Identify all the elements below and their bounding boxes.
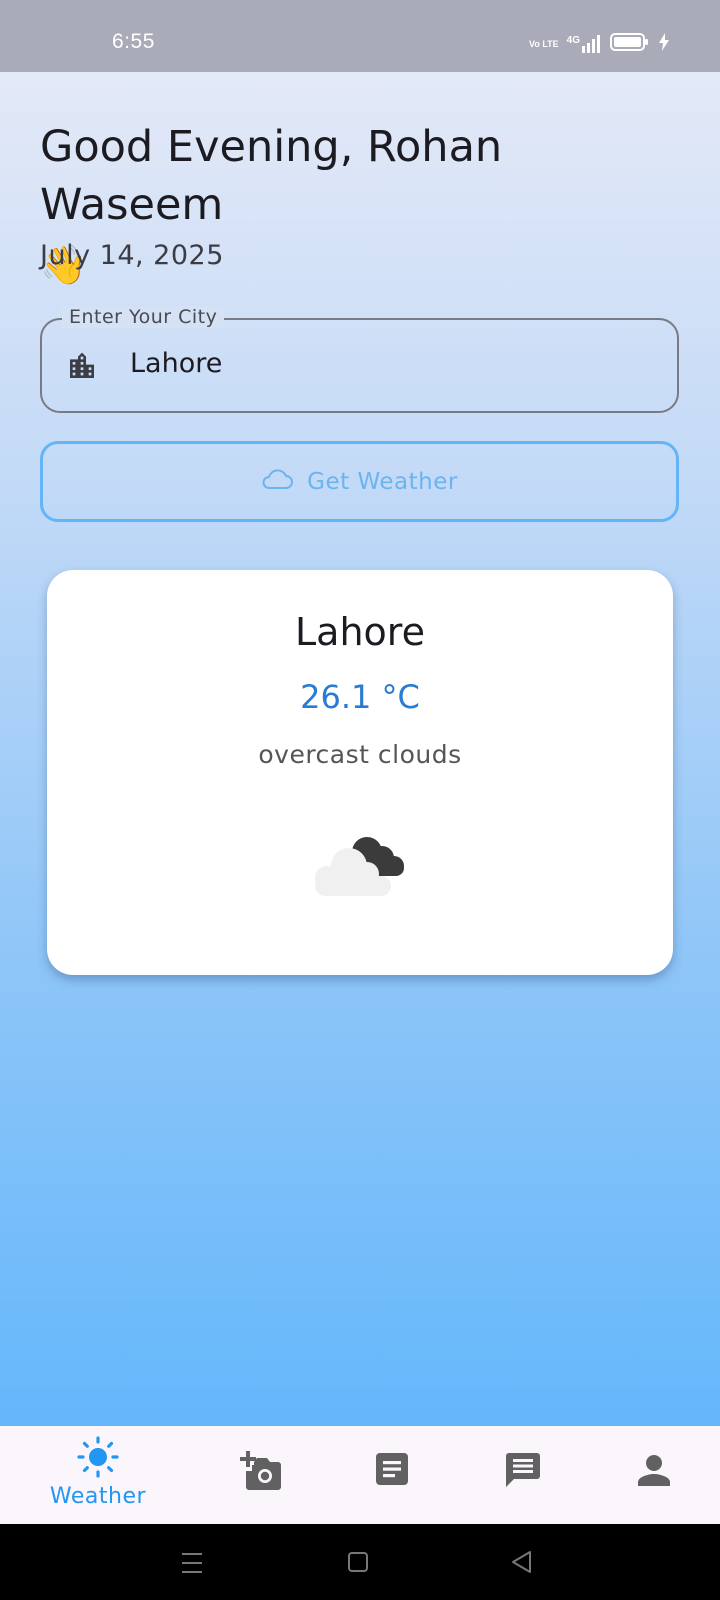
current-date: July 14, 2025	[40, 240, 224, 271]
battery-icon	[610, 33, 650, 55]
signal-icon: 4G	[567, 35, 602, 53]
weather-city: Lahore	[295, 610, 425, 654]
volte-icon: Vo LTE	[528, 38, 559, 49]
sun-icon	[77, 1436, 119, 1482]
nav-item-profile[interactable]	[594, 1426, 714, 1524]
get-weather-label: Get Weather	[307, 468, 458, 495]
nav-item-add-photo[interactable]	[202, 1426, 322, 1524]
profile-icon	[638, 1454, 670, 1490]
city-input-label: Enter Your City	[62, 306, 225, 328]
bottom-navigation-bar: Weather	[0, 1426, 720, 1524]
home-icon[interactable]	[347, 1551, 369, 1577]
greeting-text: Good Evening, Rohan Waseem	[40, 122, 503, 230]
back-icon[interactable]	[510, 1550, 532, 1578]
nav-item-chat[interactable]	[463, 1426, 583, 1524]
get-weather-button[interactable]: Get Weather	[40, 441, 679, 522]
document-icon	[375, 1452, 409, 1490]
nav-label-weather: Weather	[49, 1484, 147, 1509]
weather-card: Lahore 26.1 °C overcast clouds	[47, 570, 673, 975]
system-navigation-bar	[0, 1524, 720, 1600]
status-icons: Vo LTE 4G	[529, 33, 670, 55]
status-time: 6:55	[112, 30, 155, 53]
city-input[interactable]	[130, 348, 650, 379]
overcast-clouds-icon	[309, 830, 409, 904]
cloud-outline-icon	[261, 468, 294, 496]
charging-icon	[658, 33, 670, 55]
add-photo-icon	[240, 1450, 284, 1496]
nav-item-documents[interactable]	[332, 1426, 452, 1524]
status-bar: 6:55 Vo LTE 4G	[0, 0, 720, 72]
city-buildings-icon	[66, 350, 98, 386]
network-type-label: 4G	[566, 35, 580, 46]
chat-icon	[505, 1452, 541, 1492]
weather-description: overcast clouds	[258, 740, 462, 769]
menu-icon[interactable]	[180, 1552, 204, 1578]
weather-screen: Good Evening, Rohan Waseem 👋 July 14, 20…	[0, 72, 720, 1426]
nav-item-weather[interactable]: Weather	[38, 1426, 158, 1524]
weather-temperature: 26.1 °C	[300, 678, 420, 716]
city-input-field[interactable]: Enter Your City	[40, 306, 679, 413]
